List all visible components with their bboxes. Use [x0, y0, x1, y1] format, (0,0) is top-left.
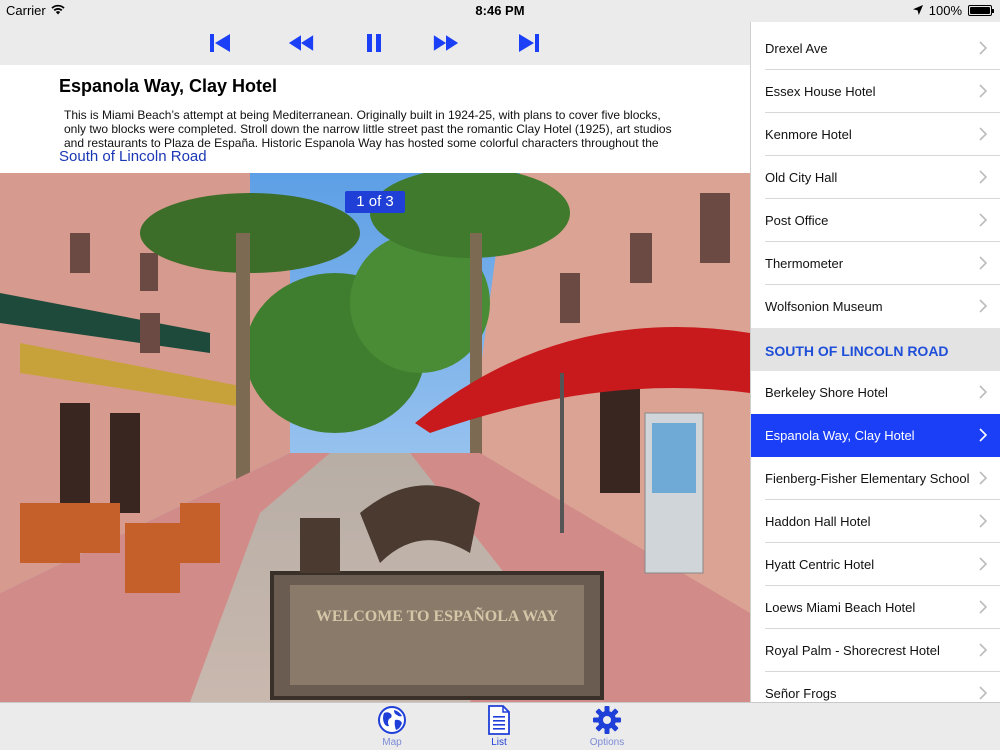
list-item-label: Fienberg-Fisher Elementary School: [765, 471, 970, 486]
fast-forward-button[interactable]: [433, 32, 459, 54]
globe-icon: [378, 706, 406, 734]
chevron-right-icon: [979, 256, 988, 275]
list-item[interactable]: Berkeley Shore Hotel: [751, 371, 1000, 414]
location-arrow-icon: [912, 3, 923, 18]
list-item[interactable]: Hyatt Centric Hotel: [751, 543, 1000, 586]
chevron-right-icon: [979, 557, 988, 576]
chevron-right-icon: [979, 643, 988, 662]
list-item[interactable]: Post Office: [751, 199, 1000, 242]
tab-label: List: [491, 737, 507, 748]
chevron-right-icon: [979, 84, 988, 103]
status-bar: Carrier 8:46 PM 100%: [0, 0, 1000, 22]
list-item[interactable]: Loews Miami Beach Hotel: [751, 586, 1000, 629]
list-item-label: Berkeley Shore Hotel: [765, 385, 888, 400]
playback-toolbar: [0, 22, 750, 65]
pause-icon: [367, 34, 381, 52]
list-item[interactable]: Essex House Hotel: [751, 70, 1000, 113]
chevron-right-icon: [979, 213, 988, 232]
chevron-right-icon: [979, 299, 988, 318]
list-item-label: Hyatt Centric Hotel: [765, 557, 875, 572]
list-item-label: Espanola Way, Clay Hotel: [765, 428, 915, 443]
list-item[interactable]: Haddon Hall Hotel: [751, 500, 1000, 543]
clock: 8:46 PM: [475, 3, 525, 18]
gear-icon: [593, 706, 621, 734]
list-item[interactable]: Fienberg-Fisher Elementary School: [751, 457, 1000, 500]
chevron-right-icon: [979, 170, 988, 189]
chevron-right-icon: [979, 127, 988, 146]
skip-forward-icon: [519, 34, 539, 52]
rewind-icon: [288, 35, 314, 51]
list-item-label: Kenmore Hotel: [765, 127, 852, 142]
tab-label: Options: [589, 737, 625, 748]
status-right: 100%: [912, 3, 994, 18]
list-item[interactable]: Old City Hall: [751, 156, 1000, 199]
chevron-right-icon: [979, 471, 988, 490]
skip-back-icon: [210, 34, 230, 52]
street-scene-illustration: WELCOME TO ESPAÑOLA WAY: [0, 173, 750, 702]
tab-label: Map: [382, 737, 402, 748]
list-item-selected[interactable]: Espanola Way, Clay Hotel: [751, 414, 1000, 457]
list-item[interactable]: Royal Palm - Shorecrest Hotel: [751, 629, 1000, 672]
section-header: SOUTH OF LINCOLN ROAD: [751, 328, 1000, 371]
chevron-right-icon: [979, 41, 988, 60]
list-item-label: Old City Hall: [765, 170, 838, 185]
list-item-label: Señor Frogs: [765, 686, 837, 701]
detail-pane: Espanola Way, Clay Hotel This is Miami B…: [0, 22, 750, 702]
list-item-label: Thermometer: [765, 256, 844, 271]
location-list: Drexel Ave Essex House Hotel Kenmore Hot…: [750, 22, 1000, 702]
list-item-label: Drexel Ave: [765, 41, 828, 56]
list-item-label: Post Office: [765, 213, 829, 228]
list-item-label: Wolfsonion Museum: [765, 299, 883, 314]
region-link[interactable]: South of Lincoln Road: [59, 148, 207, 165]
document-icon: [488, 705, 510, 735]
list-item[interactable]: Señor Frogs: [751, 672, 1000, 702]
battery-percent: 100%: [928, 3, 962, 18]
list-item-label: Haddon Hall Hotel: [765, 514, 871, 529]
tab-options[interactable]: Options: [577, 705, 637, 749]
page-indicator: 1 of 3: [345, 191, 405, 213]
list-item-label: Essex House Hotel: [765, 84, 876, 99]
list-item[interactable]: Wolfsonion Museum: [751, 285, 1000, 328]
chevron-right-icon: [979, 514, 988, 533]
tab-map[interactable]: Map: [362, 705, 422, 749]
tab-list[interactable]: List: [469, 705, 529, 749]
location-description: This is Miami Beach’s attempt at being M…: [64, 108, 672, 150]
sign-text-top: WELCOME TO ESPAÑOLA WAY: [316, 606, 559, 625]
chevron-right-icon: [979, 428, 988, 447]
list-item[interactable]: Thermometer: [751, 242, 1000, 285]
chevron-right-icon: [979, 686, 988, 702]
list-item[interactable]: Kenmore Hotel: [751, 113, 1000, 156]
chevron-right-icon: [979, 600, 988, 619]
tab-bar: Map List Options: [0, 702, 1000, 750]
list-item-label: Loews Miami Beach Hotel: [765, 600, 916, 615]
skip-forward-button[interactable]: [516, 32, 542, 54]
location-photo[interactable]: WELCOME TO ESPAÑOLA WAY: [0, 173, 750, 702]
section-header-label: SOUTH OF LINCOLN ROAD: [765, 343, 949, 359]
skip-back-button[interactable]: [207, 32, 233, 54]
list-item[interactable]: Drexel Ave: [751, 27, 1000, 70]
battery-icon: [968, 5, 994, 16]
location-title: Espanola Way, Clay Hotel: [59, 76, 278, 96]
rewind-button[interactable]: [288, 32, 314, 54]
fast-forward-icon: [433, 35, 459, 51]
list-item-label: Royal Palm - Shorecrest Hotel: [765, 643, 940, 658]
chevron-right-icon: [979, 385, 988, 404]
pause-button[interactable]: [361, 32, 387, 54]
